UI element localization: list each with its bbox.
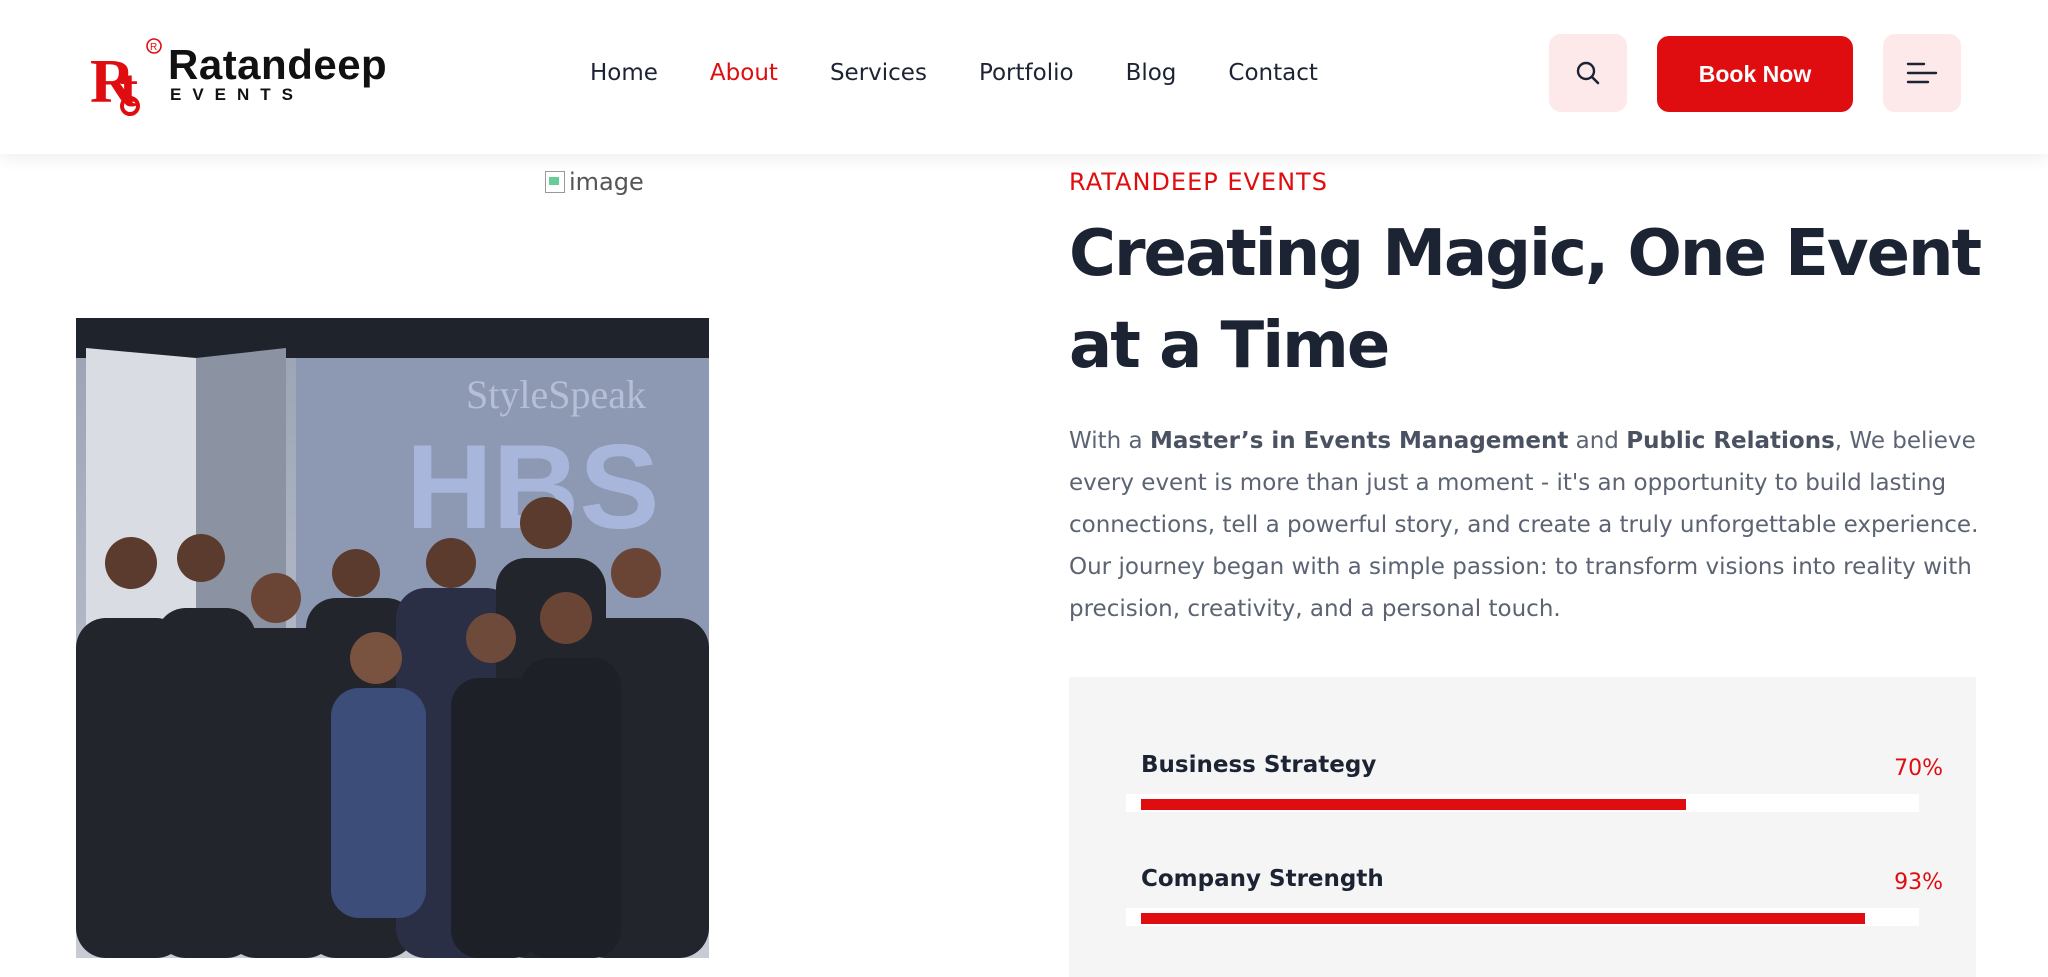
skill-label: Business Strategy <box>1141 752 1377 778</box>
photo-banner-text: StyleSpeak <box>466 372 646 417</box>
search-icon <box>1576 61 1600 85</box>
book-now-button[interactable]: Book Now <box>1657 36 1853 112</box>
nav-services[interactable]: Services <box>830 56 927 90</box>
main-nav: Home About Services Portfolio Blog Conta… <box>590 56 1370 90</box>
skill-label: Company Strength <box>1141 866 1384 892</box>
brand-sub: EVENTS <box>170 85 305 104</box>
brand-name: Ratandeep <box>168 41 388 88</box>
search-button[interactable] <box>1549 34 1627 112</box>
desc-text-1: With a <box>1069 428 1150 454</box>
nav-portfolio[interactable]: Portfolio <box>979 56 1074 90</box>
progress-fill <box>1141 913 1865 924</box>
broken-image: image <box>545 168 644 196</box>
menu-button[interactable] <box>1883 34 1961 112</box>
desc-bold-degree: Master’s in Events Management <box>1149 428 1569 454</box>
nav-home[interactable]: Home <box>590 56 658 90</box>
site-header: R t R Ratandeep EVENTS Home About Servic… <box>0 0 2048 154</box>
desc-text-3: , We believe every event is more than ju… <box>1069 428 1979 622</box>
nav-blog[interactable]: Blog <box>1126 56 1177 90</box>
brand-logo[interactable]: R t R Ratandeep EVENTS <box>88 30 388 116</box>
skills-card: Business Strategy 70% Company Strength 9… <box>1069 677 1976 977</box>
nav-contact[interactable]: Contact <box>1228 56 1317 90</box>
about-title: Creating Magic, One Event at a Time <box>1069 217 1982 383</box>
section-eyebrow: RATANDEEP EVENTS <box>1069 168 1328 196</box>
broken-image-alt: image <box>569 168 644 196</box>
progress-track <box>1126 794 1919 812</box>
svg-text:R: R <box>150 42 157 53</box>
desc-text-2: and <box>1568 428 1627 454</box>
menu-icon <box>1906 62 1938 84</box>
skill-percent: 93% <box>1894 870 1943 895</box>
team-photo-illustration: StyleSpeak HBS <box>76 318 709 958</box>
skill-percent: 70% <box>1894 756 1943 781</box>
logo-mark-icon: R t R <box>90 38 162 116</box>
desc-bold-pr: Public Relations <box>1626 428 1835 454</box>
progress-fill <box>1141 799 1686 810</box>
team-photo: StyleSpeak HBS <box>76 318 709 958</box>
about-description: With a Master’s in Events Management and… <box>1069 420 1989 630</box>
nav-about[interactable]: About <box>710 56 778 90</box>
progress-track <box>1126 908 1919 926</box>
broken-image-icon <box>545 171 565 193</box>
